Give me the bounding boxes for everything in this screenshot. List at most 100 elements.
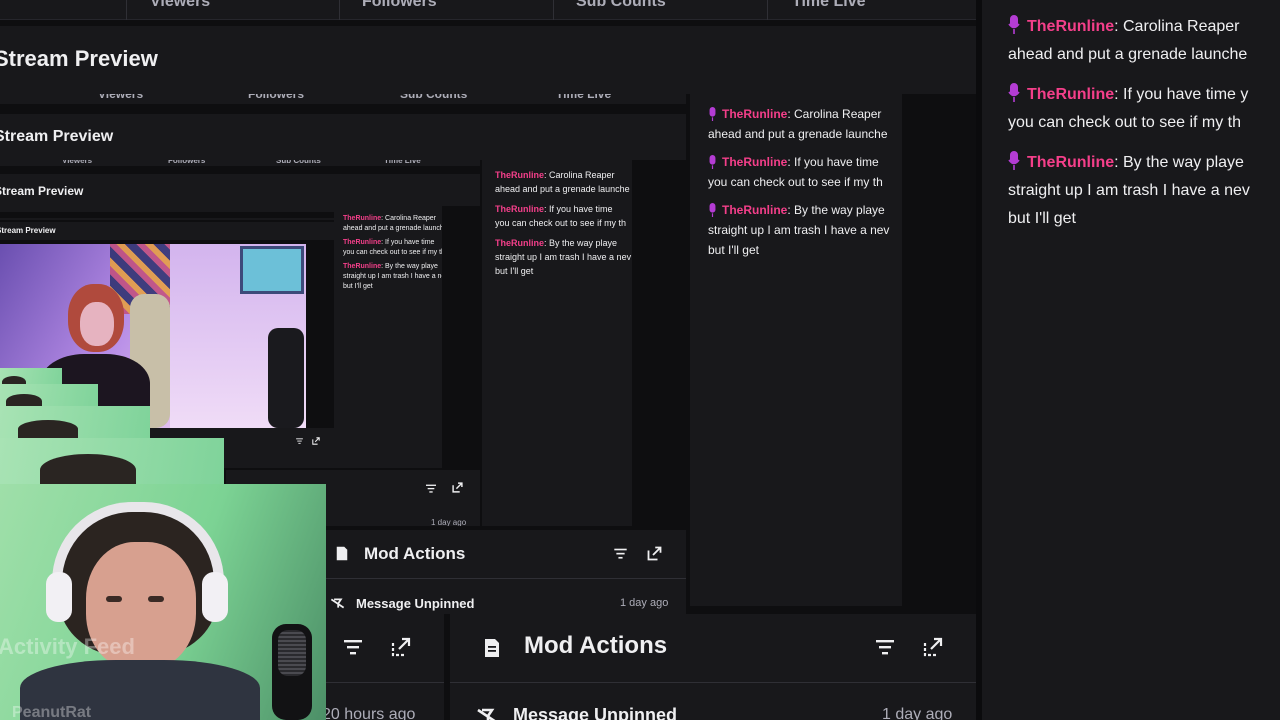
nested-tab-sub-counts: Sub Counts xyxy=(276,160,321,165)
nested-tab-followers: Followers xyxy=(168,160,206,165)
nested-preview-title: Stream Preview xyxy=(0,184,84,198)
chat-username: TheRunline xyxy=(495,204,544,214)
mod-actions-panel: Mod Actions Message Unpinned 1 day ago xyxy=(450,614,976,720)
chat-username: TheRunline xyxy=(343,263,382,270)
nested-mod-action-time: 1 day ago xyxy=(620,597,669,609)
chat-text-cont: you can check out to see if my th xyxy=(343,249,442,256)
stats-tabs: Viewers Followers Sub Counts Time Live xyxy=(0,0,976,20)
tab-divider xyxy=(126,0,127,20)
chat-text-cont: you can check out to see if my th xyxy=(495,218,627,228)
mic-icon xyxy=(709,203,716,217)
nested-chat-panel: TheRunline: Carolina Reaper ahead and put… xyxy=(334,206,442,468)
chat-text: : Carolina Reaper xyxy=(544,170,615,180)
chat-text-cont: ahead and put a grenade launche xyxy=(708,127,888,141)
nested-chat-panel: TheRunline: Carolina Reaper ahead and put… xyxy=(690,94,902,606)
activity-user: PeanutRat xyxy=(12,704,92,720)
panel-divider xyxy=(450,682,976,683)
chat-text-cont: straight up I am trash I have a nev xyxy=(495,252,632,262)
document-icon xyxy=(485,639,499,657)
chat-text-cont: ahead and put a grenade launche xyxy=(343,225,442,232)
nested-chat-message: TheRunline: If you have time you can chec… xyxy=(343,238,442,258)
mic-icon xyxy=(709,155,716,169)
nested-chat-message: TheRunline: Carolina Reaper ahead and put… xyxy=(343,214,442,234)
nested-tab-sub-counts: Sub Counts xyxy=(400,94,468,101)
eye xyxy=(106,596,122,602)
nested-chat-message: TheRunline: If you have time you can chec… xyxy=(708,152,883,192)
tab-divider xyxy=(553,0,554,20)
filter-icon xyxy=(614,548,627,559)
nested-chat-message: TheRunline: Carolina Reaper ahead and put… xyxy=(708,104,888,144)
nested-mod-actions-panel: Mod Actions Message Unpinned 1 day ago xyxy=(326,530,686,614)
mod-actions-title: Mod Actions xyxy=(524,632,668,659)
chat-text-cont: straight up I am trash I have a nev xyxy=(708,223,890,237)
unpin-icon xyxy=(330,598,345,609)
nested-chat-message: TheRunline: If you have time you can chec… xyxy=(495,202,626,230)
chat-username: TheRunline xyxy=(722,107,788,121)
window xyxy=(240,246,304,294)
face xyxy=(80,302,114,346)
panel-divider xyxy=(326,578,686,579)
chat-text: : If you have time xyxy=(544,204,613,214)
chat-username: TheRunline xyxy=(343,215,382,222)
microphone-grill xyxy=(278,630,306,676)
headphones xyxy=(52,502,224,582)
chat-message: TheRunline: By the way playe straight up… xyxy=(1008,149,1280,233)
popout-icon xyxy=(452,482,463,493)
popout-icon[interactable] xyxy=(923,637,943,657)
microphone xyxy=(268,328,304,428)
chat-text-cont: ahead and put a grenade launche xyxy=(1008,46,1248,63)
chat-text-cont: you can check out to see if my th xyxy=(708,175,883,189)
nested-mod-action-time: 1 day ago xyxy=(431,518,467,526)
webcam-echo xyxy=(0,438,224,486)
nested-tab-viewers: Viewers xyxy=(98,94,144,101)
chat-text: : If you have time y xyxy=(1114,86,1249,103)
eye xyxy=(148,596,164,602)
activity-time: 20 hours ago xyxy=(322,706,416,720)
chat-text-cont: but I'll get xyxy=(708,243,759,257)
popout-icon xyxy=(647,546,662,561)
chat-username[interactable]: TheRunline xyxy=(1027,86,1114,103)
chat-text-cont: but I'll get xyxy=(1008,210,1076,227)
filter-icon[interactable] xyxy=(876,639,894,655)
filter-icon xyxy=(296,438,303,444)
tab-viewers[interactable]: Viewers xyxy=(150,0,210,11)
nested-tab-followers: Followers xyxy=(248,94,305,101)
unpin-icon xyxy=(477,708,496,720)
webcam-echo xyxy=(0,384,98,408)
head xyxy=(18,420,78,438)
chat-username[interactable]: TheRunline xyxy=(1027,18,1114,35)
streamer-webcam: Activity Feed PeanutRat xyxy=(0,484,326,720)
chat-text: : By the way playe xyxy=(787,203,885,217)
chat-text: : By the way playe xyxy=(544,238,618,248)
chat-text-cont: ahead and put a grenade launche xyxy=(495,184,630,194)
chat-username: TheRunline xyxy=(495,238,544,248)
chat-message: TheRunline: If you have time y you can c… xyxy=(1008,81,1280,137)
popout-icon xyxy=(312,437,320,445)
mic-icon xyxy=(1008,83,1020,102)
chat-text-cont: you can check out to see if my th xyxy=(1008,114,1242,131)
nested-mod-action-text: Message Unpinned xyxy=(356,596,475,611)
chat-username[interactable]: TheRunline xyxy=(1027,154,1114,171)
popout-icon[interactable] xyxy=(391,637,411,657)
chat-text-cont: but I'll get xyxy=(343,283,373,290)
filter-icon[interactable] xyxy=(344,639,362,655)
chat-panel: TheRunline: Carolina Reaper ahead and pu… xyxy=(982,0,1280,720)
tab-followers[interactable]: Followers xyxy=(362,0,437,11)
chat-message: TheRunline: Carolina Reaper ahead and pu… xyxy=(1008,13,1280,69)
nested-mod-actions-title: Mod Actions xyxy=(364,544,466,563)
tab-sub-counts[interactable]: Sub Counts xyxy=(576,0,666,11)
chat-text: : If you have time xyxy=(787,155,879,169)
nested-chat-panel: TheRunline: Carolina Reaper ahead and put… xyxy=(482,160,632,526)
nested-chat-message: TheRunline: By the way playe straight up … xyxy=(495,236,631,278)
nested-chat-message: TheRunline: By the way playe straight up … xyxy=(708,200,889,260)
webcam-echo xyxy=(0,406,150,438)
chat-text-cont: straight up I am trash I have a nev xyxy=(343,273,442,280)
stream-preview-title: Stream Preview xyxy=(0,46,158,71)
nested-chat-message: TheRunline: Carolina Reaper ahead and put… xyxy=(495,168,630,196)
nested-preview-title: Stream Preview xyxy=(0,226,56,235)
tab-time-live[interactable]: Time Live xyxy=(792,0,866,11)
chat-username: TheRunline xyxy=(343,239,382,246)
headphone-cup xyxy=(202,572,228,622)
chat-username: TheRunline xyxy=(722,155,788,169)
chat-username: TheRunline xyxy=(495,170,544,180)
